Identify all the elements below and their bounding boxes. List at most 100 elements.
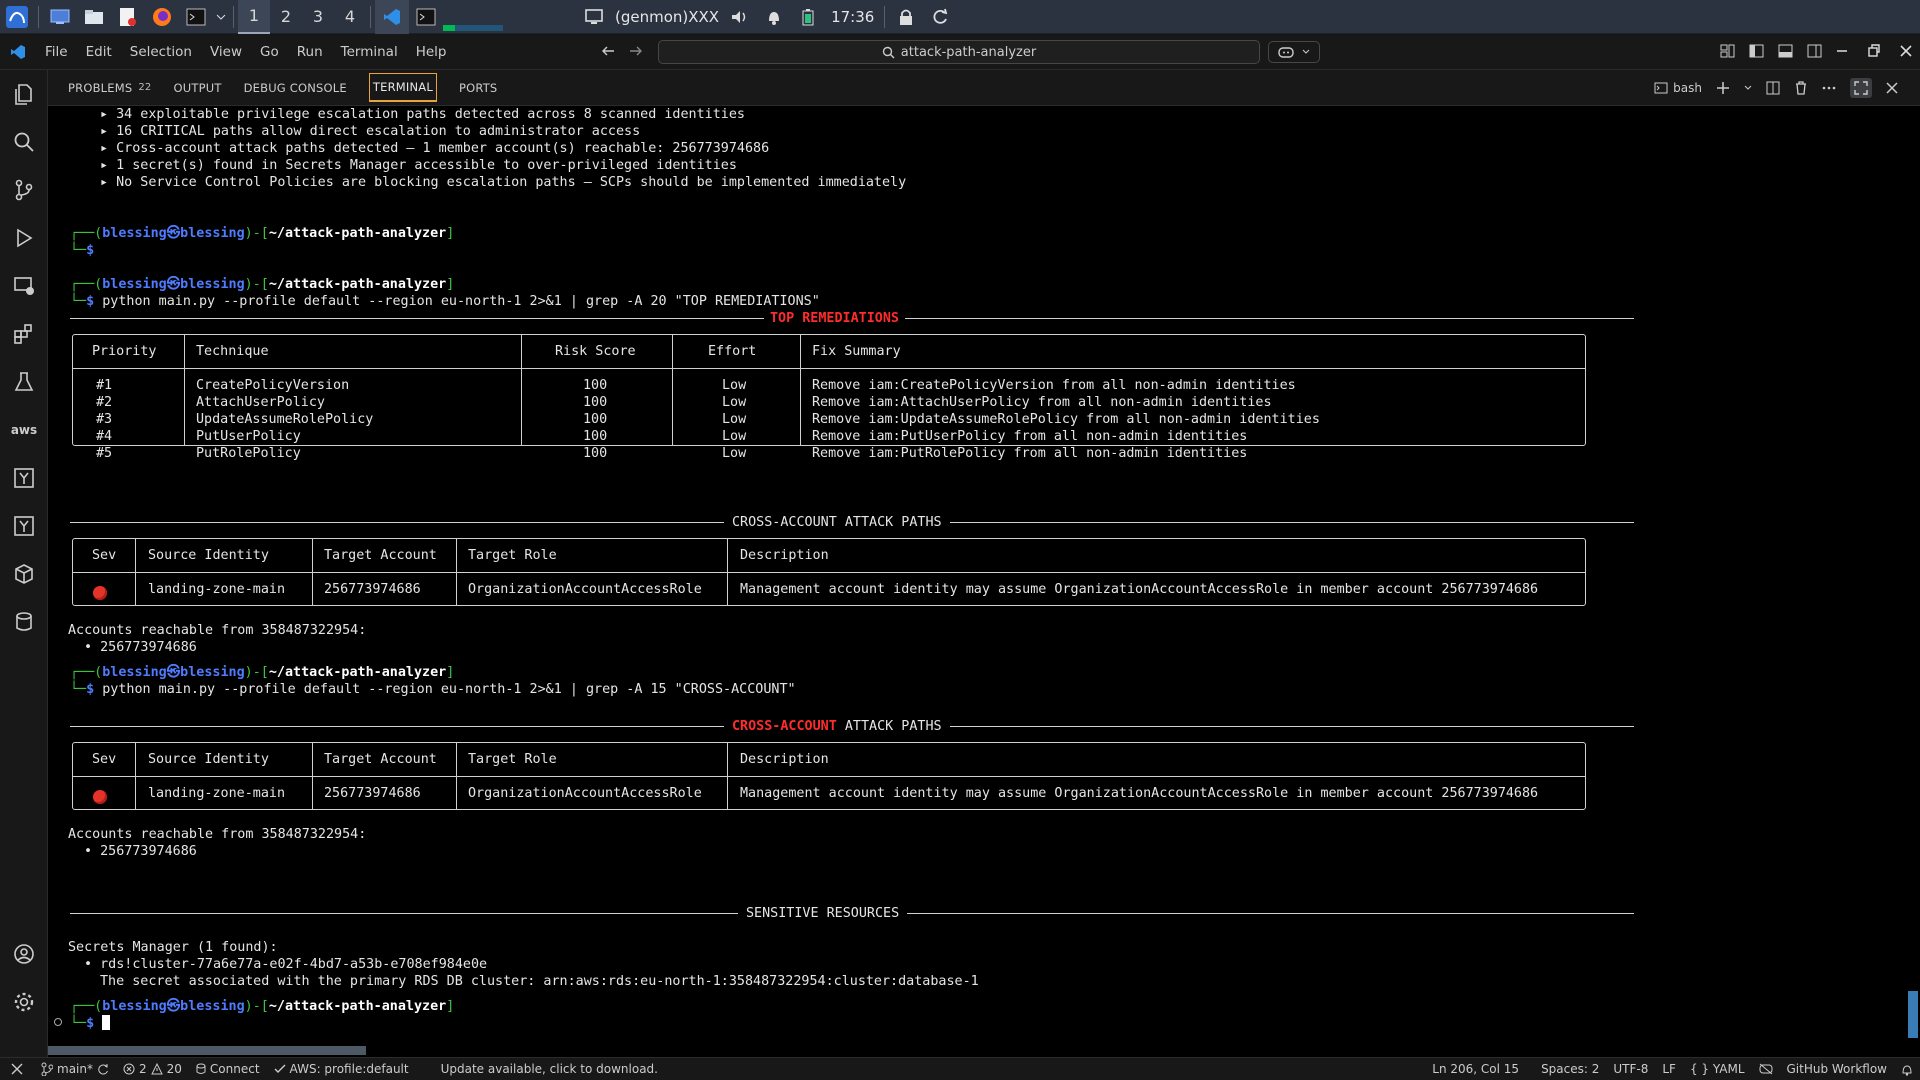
menu-view[interactable]: View [201,34,251,70]
summary-line: ▸ 1 secret(s) found in Secrets Manager a… [100,158,737,173]
remote-indicator[interactable] [0,1058,34,1080]
menu-help[interactable]: Help [407,34,456,70]
toggle-secondary-sidebar-icon[interactable] [1807,44,1822,58]
clock[interactable]: 17:36 [825,5,880,28]
menu-terminal[interactable]: Terminal [332,34,407,70]
testing-icon[interactable] [0,358,48,406]
tab-ports[interactable]: PORTS [448,70,508,105]
menu-go[interactable]: Go [251,34,288,70]
settings-gear-icon[interactable] [0,978,48,1026]
refresh-icon[interactable] [923,0,957,34]
copilot-button[interactable] [1268,41,1320,63]
customize-layout-icon[interactable] [1720,44,1735,58]
indentation[interactable]: Spaces: 2 [1534,1058,1606,1080]
workspace-1[interactable]: 1 [238,0,270,34]
forward-arrow-icon[interactable] [628,43,644,63]
notifications-bell-icon[interactable] [1894,1058,1920,1080]
target-account-cell: 256773974686 [324,582,421,597]
run-debug-icon[interactable] [0,214,48,262]
text-editor-icon[interactable] [111,0,145,34]
terminal-icon[interactable] [179,0,213,34]
lock-icon[interactable] [889,0,923,34]
column-header: Fix Summary [812,344,901,359]
tab-debug-console[interactable]: DEBUG CONSOLE [233,70,358,105]
shell-name: bash [1673,81,1702,95]
vscode-window-icon[interactable] [375,0,409,34]
split-terminal-icon[interactable] [1766,81,1780,95]
back-arrow-icon[interactable] [600,43,616,63]
priority-cell: #4 [96,429,113,444]
terminal-output[interactable]: ▸ 34 exploitable privilege escalation pa… [48,105,1920,1040]
desktop-icon[interactable] [43,0,77,34]
package-icon[interactable] [0,550,48,598]
kali-menu-icon[interactable] [0,0,34,34]
toggle-panel-icon[interactable] [1778,44,1793,58]
vertical-scrollbar[interactable] [1908,991,1918,1038]
display-icon[interactable] [577,0,611,34]
summary-line: ▸ 34 exploitable privilege escalation pa… [100,107,745,122]
aws-icon[interactable]: aws [0,406,48,454]
minimize-icon[interactable] [1836,44,1848,58]
github-workflow-indicator[interactable]: GitHub Workflow [1780,1058,1895,1080]
terminal-window-icon[interactable] [409,0,443,34]
database-icon[interactable] [0,598,48,646]
menu-edit[interactable]: Edit [77,34,121,70]
workspace-2[interactable]: 2 [270,0,302,34]
priority-cell: #2 [96,395,113,410]
bell-icon[interactable] [757,0,791,34]
workspace-4[interactable]: 4 [334,0,366,34]
tab-terminal[interactable]: TERMINAL [358,70,448,105]
menu-run[interactable]: Run [288,34,332,70]
branch-indicator[interactable]: main* [34,1058,116,1080]
remote-explorer-icon[interactable] [0,262,48,310]
table-divider [72,572,1586,573]
update-notice[interactable]: Update available, click to download. [434,1058,665,1080]
close-icon[interactable] [1900,44,1912,58]
tree-view-alt-icon[interactable] [0,502,48,550]
firefox-icon[interactable] [145,0,179,34]
prompt-symbol: $ [86,243,95,258]
toggle-primary-sidebar-icon[interactable] [1749,44,1764,58]
source-identity-cell: landing-zone-main [148,786,286,801]
terminal-shell-selector[interactable]: bash [1654,81,1702,95]
reachable-item: • 256773974686 [84,640,197,655]
copilot-status-icon[interactable] [1752,1058,1780,1080]
search-icon[interactable] [0,118,48,166]
menu-file[interactable]: File [36,34,77,70]
description-cell: Management account identity may assume O… [740,786,1539,801]
file-manager-icon[interactable] [77,0,111,34]
volume-icon[interactable] [723,0,757,34]
maximize-panel-button[interactable] [1850,78,1872,98]
line-ending[interactable]: LF [1655,1058,1683,1080]
layout-controls [1720,44,1822,58]
extensions-icon[interactable] [0,310,48,358]
aws-profile-indicator[interactable]: AWS: profile:default [267,1058,416,1080]
language-mode[interactable]: { } YAML [1683,1058,1752,1080]
tab-label: PORTS [458,80,498,95]
source-control-icon[interactable] [0,166,48,214]
command-center-search[interactable]: attack-path-analyzer [658,40,1260,64]
chevron-down-icon[interactable] [1744,85,1752,91]
connect-indicator[interactable]: Connect [189,1058,267,1080]
technique-cell: PutUserPolicy [196,429,301,444]
restore-icon[interactable] [1868,44,1880,58]
close-panel-icon[interactable] [1886,82,1898,94]
tab-problems[interactable]: PROBLEMS 22 [48,70,163,105]
workspace-3[interactable]: 3 [302,0,334,34]
table-divider [727,538,728,606]
command-decoration-icon[interactable] [54,1018,62,1026]
encoding[interactable]: UTF-8 [1606,1058,1655,1080]
menu-selection[interactable]: Selection [121,34,201,70]
problems-indicator[interactable]: 2 20 [116,1058,189,1080]
new-terminal-icon[interactable] [1716,81,1730,95]
trash-icon[interactable] [1794,81,1808,95]
check-icon [274,1064,286,1073]
account-icon[interactable] [0,930,48,978]
chevron-down-icon[interactable] [213,0,229,34]
horizontal-scrollbar[interactable] [48,1046,366,1055]
tab-output[interactable]: OUTPUT [163,70,233,105]
more-actions-icon[interactable] [1822,81,1836,95]
cursor-position[interactable]: Ln 206, Col 15 [1425,1058,1526,1080]
tree-view-icon[interactable] [0,454,48,502]
explorer-icon[interactable] [0,70,48,118]
